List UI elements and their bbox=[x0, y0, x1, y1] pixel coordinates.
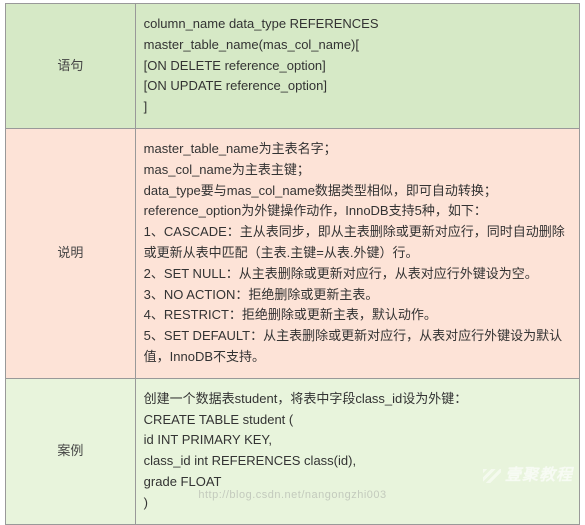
text-line: 2、SET NULL：从主表删除或更新对应行，从表对应行外键设为空。 bbox=[144, 264, 571, 285]
text-line: [ON DELETE reference_option] bbox=[144, 56, 571, 77]
text-line: 5、SET DEFAULT：从主表删除或更新对应行，从表对应行外键设为默认值，I… bbox=[144, 326, 571, 368]
row-content-syntax: column_name data_type REFERENCES master_… bbox=[135, 4, 579, 129]
text-line: column_name data_type REFERENCES master_… bbox=[144, 14, 571, 56]
row-content-example: 创建一个数据表student，将表中字段class_id设为外键： CREATE… bbox=[135, 378, 579, 524]
text-line: 创建一个数据表student，将表中字段class_id设为外键： bbox=[144, 389, 571, 410]
row-content-description: master_table_name为主表名字； mas_col_name为主表主… bbox=[135, 128, 579, 378]
table-row: 说明 master_table_name为主表名字； mas_col_name为… bbox=[6, 128, 580, 378]
text-line: id INT PRIMARY KEY, bbox=[144, 430, 571, 451]
text-line: 3、NO ACTION：拒绝删除或更新主表。 bbox=[144, 285, 571, 306]
row-label-syntax: 语句 bbox=[6, 4, 136, 129]
definition-table: 语句 column_name data_type REFERENCES mast… bbox=[5, 3, 580, 525]
text-line: data_type要与mas_col_name数据类型相似，即可自动转换； bbox=[144, 181, 571, 202]
text-line: class_id int REFERENCES class(id), bbox=[144, 451, 571, 472]
text-line: [ON UPDATE reference_option] bbox=[144, 76, 571, 97]
text-line: ] bbox=[144, 97, 571, 118]
row-label-description: 说明 bbox=[6, 128, 136, 378]
text-line: ) bbox=[144, 493, 571, 514]
text-line: grade FLOAT bbox=[144, 472, 571, 493]
text-line: 4、RESTRICT：拒绝删除或更新主表，默认动作。 bbox=[144, 305, 571, 326]
table-row: 语句 column_name data_type REFERENCES mast… bbox=[6, 4, 580, 129]
text-line: reference_option为外键操作动作，InnoDB支持5种，如下： bbox=[144, 201, 571, 222]
text-line: mas_col_name为主表主键； bbox=[144, 160, 571, 181]
text-line: CREATE TABLE student ( bbox=[144, 410, 571, 431]
text-line: 1、CASCADE：主从表同步，即从主表删除或更新对应行，同时自动删除或更新从表… bbox=[144, 222, 571, 264]
table-row: 案例 创建一个数据表student，将表中字段class_id设为外键： CRE… bbox=[6, 378, 580, 524]
row-label-example: 案例 bbox=[6, 378, 136, 524]
text-line: master_table_name为主表名字； bbox=[144, 139, 571, 160]
